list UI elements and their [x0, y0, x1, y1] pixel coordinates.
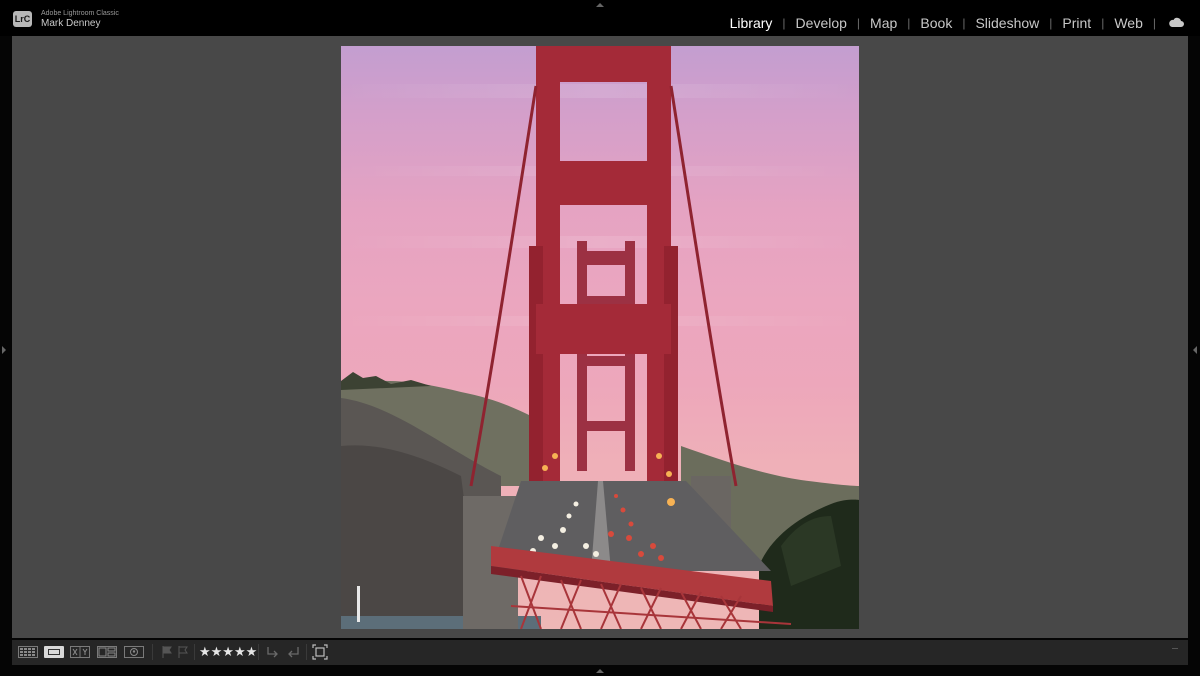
photo-preview[interactable]: [341, 46, 859, 629]
module-picker: Library | Develop | Map | Book | Slidesh…: [730, 13, 1184, 33]
show-top-panel-arrow-icon[interactable]: [596, 3, 604, 7]
module-separator: |: [907, 16, 911, 30]
module-develop[interactable]: Develop: [796, 15, 847, 31]
module-print[interactable]: Print: [1062, 15, 1091, 31]
module-book[interactable]: Book: [920, 15, 952, 31]
toolbar-divider: [194, 644, 195, 660]
module-separator: |: [782, 16, 786, 30]
star-rating[interactable]: ★★★★★: [199, 644, 257, 660]
module-separator: |: [856, 16, 861, 30]
module-separator: |: [1049, 16, 1053, 30]
module-slideshow[interactable]: Slideshow: [975, 15, 1039, 31]
module-web[interactable]: Web: [1114, 15, 1143, 31]
crop-overlay-icon[interactable]: [312, 644, 328, 660]
grid-view-icon[interactable]: [18, 646, 38, 658]
golden-gate-bridge-image: [341, 46, 859, 629]
lightroom-logo: LrC: [13, 11, 32, 27]
flag-pick-icon[interactable]: [162, 646, 172, 658]
module-separator: |: [962, 16, 966, 30]
cloud-icon[interactable]: [1168, 17, 1184, 27]
product-name: Adobe Lightroom Classic: [41, 10, 119, 17]
module-library[interactable]: Library: [730, 15, 773, 31]
survey-view-icon[interactable]: [97, 646, 117, 658]
show-filmstrip-arrow-icon[interactable]: [596, 669, 604, 673]
user-name: Mark Denney: [41, 18, 101, 29]
compare-view-icon[interactable]: [70, 646, 90, 658]
library-toolbar: ★★★★★: [12, 640, 1188, 665]
show-left-panel-arrow-icon[interactable]: [2, 346, 6, 354]
flag-reject-icon[interactable]: [178, 646, 188, 658]
module-map[interactable]: Map: [870, 15, 897, 31]
module-separator: |: [1152, 16, 1156, 30]
identity-plate[interactable]: Adobe Lightroom Classic Mark Denney: [41, 10, 119, 30]
toolbar-menu-icon[interactable]: [1172, 648, 1178, 655]
rotate-right-icon[interactable]: [286, 646, 300, 658]
toolbar-divider: [152, 644, 153, 660]
show-right-panel-arrow-icon[interactable]: [1193, 346, 1197, 354]
toolbar-divider: [258, 644, 259, 660]
loupe-view-area: [12, 36, 1188, 638]
toolbar-divider: [306, 644, 307, 660]
rotate-left-icon[interactable]: [266, 646, 280, 658]
module-separator: |: [1101, 16, 1105, 30]
people-view-icon[interactable]: [124, 646, 144, 658]
loupe-view-icon[interactable]: [44, 646, 64, 658]
